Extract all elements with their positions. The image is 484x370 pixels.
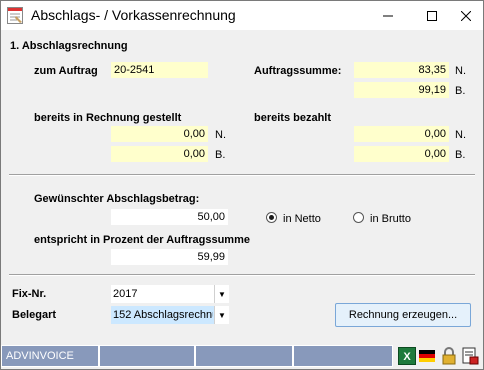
bereits-rechnung-label: bereits in Rechnung gestellt — [34, 112, 182, 124]
chevron-down-icon[interactable]: ▼ — [214, 306, 229, 324]
zum-auftrag-label: zum Auftrag — [34, 65, 98, 77]
abschlagsbetrag-label: Gewünschter Abschlagsbetrag: — [34, 193, 200, 205]
excel-icon[interactable]: X — [398, 347, 416, 365]
auftragssumme-label: Auftragssumme: — [254, 65, 342, 77]
close-icon — [461, 10, 471, 21]
minimize-icon — [383, 15, 393, 16]
unit-netto-label: N. — [455, 129, 466, 141]
status-bar: ADVINVOICE X — [1, 343, 483, 369]
chevron-down-icon[interactable]: ▼ — [214, 285, 229, 303]
bereits-bezahlt-label: bereits bezahlt — [254, 112, 332, 124]
unit-netto-label: N. — [455, 65, 466, 77]
close-button[interactable] — [447, 1, 484, 30]
german-flag-icon[interactable] — [418, 347, 436, 365]
auftragssumme-brutto-field: 99,19 — [354, 82, 449, 98]
status-segment — [195, 345, 293, 367]
belegart-label: Belegart — [12, 309, 57, 321]
belegart-value: 152 Abschlagsrechnu — [113, 309, 213, 321]
bereits-rechnung-netto-field: 0,00 — [111, 126, 208, 142]
unit-brutto-label: B. — [455, 85, 466, 97]
unit-brutto-label: B. — [455, 149, 466, 161]
unit-netto-label: N. — [215, 129, 226, 141]
app-icon — [7, 7, 23, 24]
prozent-label: entspricht in Prozent der Auftragssumme — [34, 234, 250, 246]
fix-nr-select[interactable]: 2017 ▼ — [111, 285, 229, 303]
print-preview-icon[interactable] — [461, 347, 479, 365]
separator — [9, 174, 475, 176]
prozent-value-field: 59,99 — [111, 249, 228, 265]
fix-nr-value: 2017 — [113, 288, 138, 300]
radio-brutto-label[interactable]: in Brutto — [370, 213, 411, 225]
radio-netto[interactable] — [266, 212, 277, 223]
title-bar[interactable]: Abschlags- / Vorkassenrechnung — [1, 1, 483, 30]
dialog-window: Abschlags- / Vorkassenrechnung 1. Abschl… — [0, 0, 484, 370]
radio-netto-label[interactable]: in Netto — [283, 213, 321, 225]
minimize-button[interactable] — [369, 1, 407, 30]
radio-brutto[interactable] — [353, 212, 364, 223]
status-segment — [293, 345, 393, 367]
maximize-button[interactable] — [413, 1, 451, 30]
bereits-rechnung-brutto-field: 0,00 — [111, 146, 208, 162]
status-app-segment: ADVINVOICE — [1, 345, 99, 367]
status-segment — [99, 345, 195, 367]
zum-auftrag-field[interactable]: 20-2541 — [111, 62, 208, 78]
unit-brutto-label: B. — [215, 149, 226, 161]
separator — [9, 274, 475, 276]
lock-icon[interactable] — [440, 347, 458, 365]
belegart-select[interactable]: 152 Abschlagsrechnu ▼ — [111, 306, 229, 324]
svg-text:X: X — [403, 351, 411, 363]
window-title: Abschlags- / Vorkassenrechnung — [31, 7, 236, 23]
rechnung-erzeugen-button[interactable]: Rechnung erzeugen... — [335, 303, 471, 327]
maximize-icon — [427, 10, 437, 21]
fix-nr-label: Fix-Nr. — [12, 288, 47, 300]
abschlagsbetrag-input[interactable]: 50,00 — [111, 209, 228, 225]
bereits-bezahlt-brutto-field: 0,00 — [354, 146, 449, 162]
section-heading: 1. Abschlagsrechnung — [10, 40, 128, 52]
auftragssumme-netto-field: 83,35 — [354, 62, 449, 78]
bereits-bezahlt-netto-field: 0,00 — [354, 126, 449, 142]
